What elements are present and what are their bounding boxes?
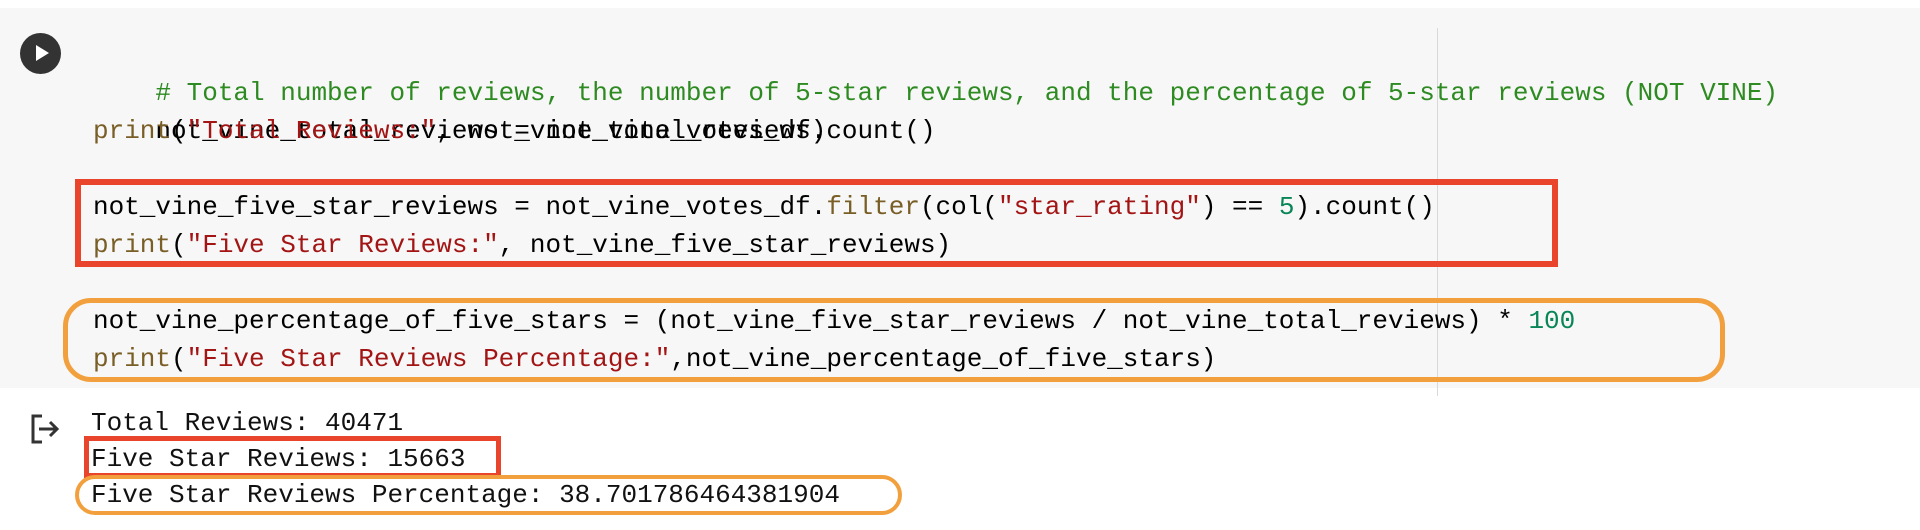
code-line-print-total[interactable]: print("Total Reviews:", not_vine_total_r… bbox=[93, 112, 826, 150]
print-keyword: print bbox=[93, 344, 172, 374]
code-text: ).count() bbox=[1294, 192, 1435, 222]
print-keyword: print bbox=[93, 116, 172, 146]
code-text: (col( bbox=[919, 192, 998, 222]
print-keyword: print bbox=[93, 230, 172, 260]
code-text: ( bbox=[171, 344, 187, 374]
code-text: ) == bbox=[1200, 192, 1279, 222]
code-text: not_vine_five_star_reviews = not_vine_vo… bbox=[93, 192, 827, 222]
method-name: filter bbox=[826, 192, 920, 222]
code-text: , not_vine_five_star_reviews) bbox=[498, 230, 952, 260]
code-cell[interactable]: # Total number of reviews, the number of… bbox=[0, 8, 1920, 396]
code-text: not_vine_percentage_of_five_stars = (not… bbox=[93, 306, 1529, 336]
code-line-five-star-filter[interactable]: not_vine_five_star_reviews = not_vine_vo… bbox=[93, 188, 1435, 226]
code-text: ( bbox=[171, 116, 187, 146]
string-literal: "Five Star Reviews Percentage:" bbox=[186, 344, 671, 374]
code-text: , not_vine_total_reviews) bbox=[436, 116, 827, 146]
output-five-star-percentage: Five Star Reviews Percentage: 38.7017864… bbox=[91, 480, 840, 510]
string-literal: "Total Reviews:" bbox=[186, 116, 437, 146]
run-cell-button[interactable] bbox=[20, 33, 61, 74]
code-line-percentage[interactable]: not_vine_percentage_of_five_stars = (not… bbox=[93, 302, 1575, 340]
output-five-star-reviews: Five Star Reviews: 15663 bbox=[91, 444, 466, 474]
code-line-print-five-star[interactable]: print("Five Star Reviews:", not_vine_fiv… bbox=[93, 226, 951, 264]
number-literal: 100 bbox=[1528, 306, 1576, 336]
string-literal: "Five Star Reviews:" bbox=[186, 230, 499, 260]
output-redirect-icon[interactable] bbox=[29, 413, 61, 445]
output-total-reviews: Total Reviews: 40471 bbox=[91, 408, 404, 438]
code-text: ,not_vine_percentage_of_five_stars) bbox=[670, 344, 1217, 374]
play-icon bbox=[36, 45, 49, 61]
string-literal: "star_rating" bbox=[997, 192, 1201, 222]
number-literal: 5 bbox=[1278, 192, 1295, 222]
code-line-print-percentage[interactable]: print("Five Star Reviews Percentage:",no… bbox=[93, 340, 1216, 378]
code-text: ( bbox=[171, 230, 187, 260]
